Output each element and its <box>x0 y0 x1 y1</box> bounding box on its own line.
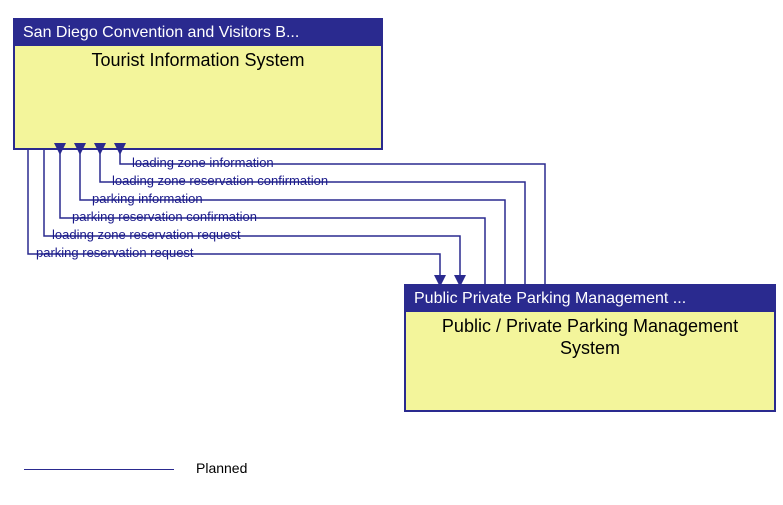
entity-tourist-info: San Diego Convention and Visitors B... T… <box>13 18 383 150</box>
entity-tourist-info-header: San Diego Convention and Visitors B... <box>15 20 381 46</box>
entity-parking-mgmt-title: Public / Private Parking Management Syst… <box>406 312 774 363</box>
flow-label-parking-info: parking information <box>92 191 203 206</box>
flow-label-loading-zone-info: loading zone information <box>132 155 274 170</box>
entity-parking-mgmt-header: Public Private Parking Management ... <box>406 286 774 312</box>
entity-tourist-info-title: Tourist Information System <box>15 46 381 76</box>
legend-label-planned: Planned <box>196 460 247 476</box>
flow-label-parking-res-conf: parking reservation confirmation <box>72 209 257 224</box>
entity-parking-mgmt: Public Private Parking Management ... Pu… <box>404 284 776 412</box>
flow-label-loading-zone-res-conf: loading zone reservation confirmation <box>112 173 328 188</box>
legend-line-planned <box>24 469 174 470</box>
flow-label-parking-res-req: parking reservation request <box>36 245 194 260</box>
flow-label-loading-zone-res-req: loading zone reservation request <box>52 227 241 242</box>
